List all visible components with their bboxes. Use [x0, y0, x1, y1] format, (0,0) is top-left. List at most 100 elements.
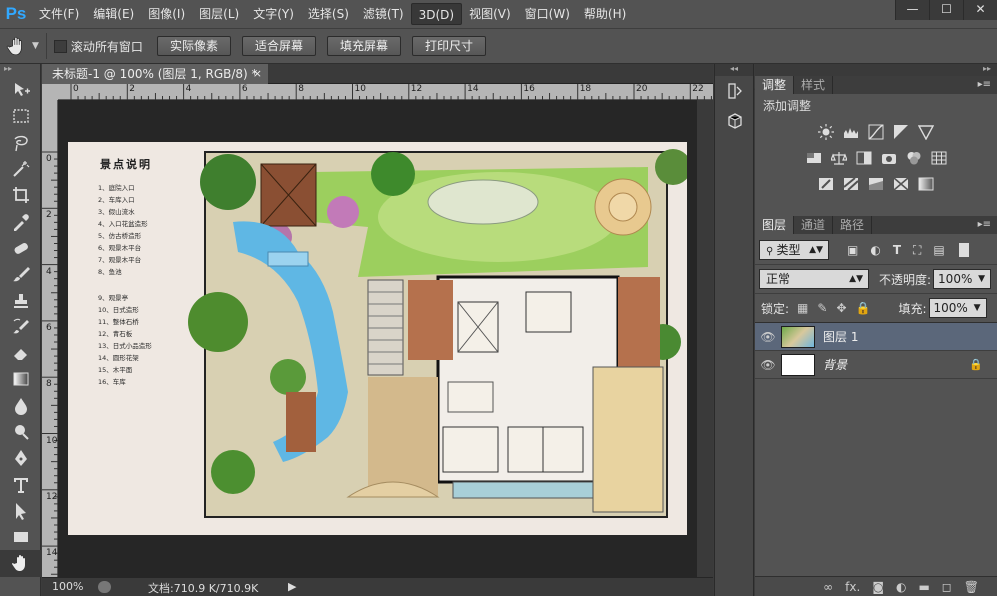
lock-transparent-icon[interactable]: ▦ — [797, 301, 808, 315]
lock-position-icon[interactable]: ✥ — [836, 301, 846, 315]
history-brush-tool-icon[interactable] — [0, 314, 41, 340]
zoom-level[interactable]: 100% — [52, 580, 83, 593]
canvas-image-landscape-plan[interactable]: 景点说明 1、庭院入口 2、车库入口 3、假山流水 4、入口花盆造形 5、仿古桥… — [68, 142, 687, 535]
threshold-icon[interactable] — [867, 175, 886, 193]
selective-color-icon[interactable] — [892, 175, 911, 193]
new-group-icon[interactable]: ▬ — [918, 580, 929, 594]
vertical-ruler[interactable]: 0 2 4 6 8 10 12 14 — [42, 100, 58, 577]
fill-input[interactable]: 100% ▼ — [928, 298, 987, 318]
layers-panel-menu-icon[interactable]: ▸≡ — [978, 216, 991, 234]
photo-filter-icon[interactable] — [879, 149, 898, 167]
hand-tool-icon[interactable] — [6, 35, 28, 57]
menu-window[interactable]: 窗口(W) — [518, 3, 577, 25]
link-layers-icon[interactable]: ∞ — [823, 580, 833, 594]
tab-channels[interactable]: 通道 — [794, 216, 834, 234]
tab-adjustments[interactable]: 调整 — [755, 76, 795, 94]
layer-row-background[interactable]: 👁 背景 🔒 — [755, 351, 997, 379]
opacity-slider-icon[interactable]: ▼ — [978, 270, 985, 288]
toolbar-collapse-icon[interactable]: ▸▸ — [0, 64, 40, 77]
layer-filter-select[interactable]: ⚲ 类型 ▲▼ — [759, 240, 829, 260]
menu-edit[interactable]: 编辑(E) — [86, 3, 141, 25]
move-tool-icon[interactable] — [0, 77, 41, 103]
lasso-tool-icon[interactable] — [0, 130, 41, 156]
fill-slider-icon[interactable]: ▼ — [974, 299, 981, 317]
maximize-button[interactable]: ☐ — [929, 0, 963, 20]
crop-tool-icon[interactable] — [0, 182, 41, 208]
eyedropper-tool-icon[interactable] — [0, 208, 41, 234]
dock-collapse-icon[interactable]: ◂◂ — [715, 64, 753, 76]
delete-layer-icon[interactable]: 🗑 — [964, 580, 979, 594]
type-tool-icon[interactable] — [0, 471, 41, 497]
tool-preset-chevron-icon[interactable]: ▼ — [32, 41, 39, 51]
posterize-icon[interactable] — [842, 175, 861, 193]
exposure-icon[interactable] — [892, 123, 911, 141]
tab-paths[interactable]: 路径 — [833, 216, 873, 234]
opacity-input[interactable]: 100% ▼ — [933, 269, 992, 289]
print-size-button[interactable]: 打印尺寸 — [411, 36, 486, 56]
rectangle-tool-icon[interactable] — [0, 524, 41, 550]
path-selection-tool-icon[interactable] — [0, 498, 41, 524]
ruler-origin[interactable] — [42, 84, 58, 100]
brush-tool-icon[interactable] — [0, 261, 41, 287]
menu-3d[interactable]: 3D(D) — [410, 3, 463, 25]
menu-filter[interactable]: 滤镜(T) — [356, 3, 411, 25]
history-panel-icon[interactable] — [715, 76, 755, 106]
new-adjustment-layer-icon[interactable]: ◐ — [896, 580, 906, 594]
pen-tool-icon[interactable] — [0, 445, 41, 471]
horizontal-ruler[interactable]: 02468101214161820222426283032 — [58, 84, 985, 100]
3d-panel-icon[interactable] — [715, 106, 755, 136]
gradient-tool-icon[interactable] — [0, 366, 41, 392]
minimize-button[interactable]: — — [895, 0, 929, 20]
filter-smart-object-icon[interactable]: ▤ — [933, 243, 944, 257]
menu-image[interactable]: 图像(I) — [141, 3, 192, 25]
new-layer-icon[interactable]: ◻ — [942, 580, 952, 594]
black-white-icon[interactable] — [854, 149, 873, 167]
fill-screen-button[interactable]: 填充屏幕 — [326, 36, 401, 56]
add-mask-icon[interactable]: ◙ — [872, 580, 884, 594]
filter-toggle-icon[interactable] — [958, 243, 969, 257]
clone-stamp-tool-icon[interactable] — [0, 287, 41, 313]
filter-pixel-icon[interactable]: ▣ — [847, 243, 858, 257]
lock-image-icon[interactable]: ✎ — [817, 301, 827, 315]
invert-icon[interactable] — [817, 175, 836, 193]
blend-mode-select[interactable]: 正常 ▲▼ — [759, 269, 869, 289]
scroll-all-checkbox[interactable] — [53, 39, 67, 53]
color-lookup-icon[interactable] — [929, 149, 948, 167]
hue-saturation-icon[interactable] — [804, 149, 823, 167]
adjustments-panel-menu-icon[interactable]: ▸≡ — [978, 76, 991, 94]
gradient-map-icon[interactable] — [917, 175, 936, 193]
tab-layers[interactable]: 图层 — [755, 216, 795, 234]
filter-adjustment-icon[interactable]: ◐ — [870, 243, 880, 257]
dodge-tool-icon[interactable] — [0, 419, 41, 445]
menu-layer[interactable]: 图层(L) — [192, 3, 246, 25]
curves-icon[interactable] — [867, 123, 886, 141]
filter-shape-icon[interactable]: ⛶ — [913, 243, 921, 258]
fit-screen-button[interactable]: 适合屏幕 — [241, 36, 316, 56]
tab-styles[interactable]: 样式 — [794, 76, 834, 94]
healing-brush-tool-icon[interactable] — [0, 235, 41, 261]
actual-pixels-button[interactable]: 实际像素 — [156, 36, 231, 56]
vibrance-icon[interactable] — [917, 123, 936, 141]
filter-type-icon[interactable]: T — [893, 243, 901, 257]
brightness-contrast-icon[interactable] — [817, 123, 836, 141]
document-tab[interactable]: 未标题-1 @ 100% (图层 1, RGB/8) * × — [42, 64, 268, 84]
color-balance-icon[interactable] — [829, 149, 848, 167]
blur-tool-icon[interactable] — [0, 393, 41, 419]
visibility-eye-icon[interactable]: 👁 — [755, 358, 781, 372]
layer-name[interactable]: 背景 — [823, 356, 847, 373]
eraser-tool-icon[interactable] — [0, 340, 41, 366]
menu-select[interactable]: 选择(S) — [301, 3, 356, 25]
marquee-tool-icon[interactable] — [0, 103, 41, 129]
vertical-scrollbar[interactable] — [697, 100, 713, 577]
menu-view[interactable]: 视图(V) — [462, 3, 518, 25]
close-tab-icon[interactable]: × — [253, 64, 262, 84]
magic-wand-tool-icon[interactable] — [0, 156, 41, 182]
menu-file[interactable]: 文件(F) — [32, 3, 86, 25]
panels-collapse-bar[interactable]: ▸▸ — [755, 64, 997, 76]
levels-icon[interactable] — [842, 123, 861, 141]
menu-help[interactable]: 帮助(H) — [577, 3, 633, 25]
status-menu-arrow-icon[interactable]: ▶ — [288, 580, 296, 593]
layer-name[interactable]: 图层 1 — [823, 328, 858, 345]
lock-all-icon[interactable]: 🔒 — [856, 301, 871, 315]
menu-type[interactable]: 文字(Y) — [246, 3, 301, 25]
